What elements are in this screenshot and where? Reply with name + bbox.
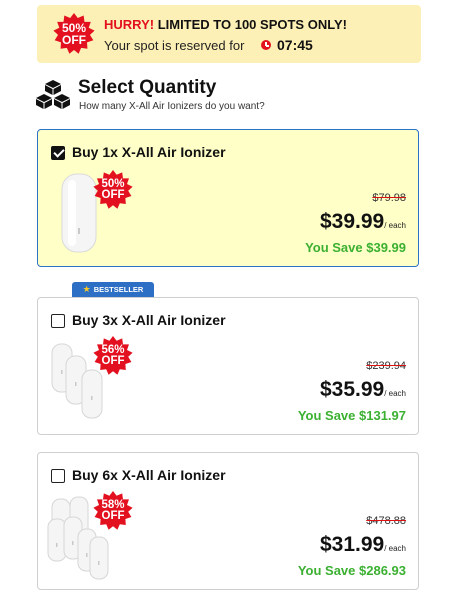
option-card-6x[interactable]: Buy 6x X-All Air Ionizer 58% OFF $478.88 … [37,452,419,590]
reserved-text: Your spot is reserved for [104,38,245,53]
badge-off: OFF [101,510,125,522]
option-checkbox[interactable] [51,146,65,160]
original-price: $239.94 [366,360,406,372]
select-quantity-title: Select Quantity [78,77,217,98]
badge-percent: 56% [101,343,125,356]
per-each-label: / each [384,221,406,230]
limited-text: LIMITED TO 100 SPOTS ONLY! [154,17,347,32]
price-value: $35.99 [319,378,385,401]
original-price: $478.88 [366,515,406,527]
option-name: Buy 6x X-All Air Ionizer [72,467,226,483]
star-icon: ★ [82,284,91,294]
savings-text: You Save $286.93 [297,563,406,578]
option-card-1x[interactable]: Buy 1x X-All Air Ionizer 50% OFF $79.98 $… [37,129,419,267]
discount-badge: 56% OFF [93,336,133,376]
badge-off: OFF [62,33,86,47]
hurry-headline: HURRY! LIMITED TO 100 SPOTS ONLY! [104,17,347,32]
bestseller-label: BESTSELLER [93,285,144,294]
hurry-label: HURRY! [104,17,155,32]
savings-text: You Save $131.97 [297,408,406,423]
discount-badge: 58% OFF [93,491,133,531]
per-each-label: / each [384,544,406,553]
original-price: $79.98 [372,192,406,204]
select-quantity-subtitle: How many X-All Air Ionizers do you want? [79,101,265,112]
option-name: Buy 3x X-All Air Ionizer [72,312,226,328]
badge-percent: 58% [101,498,125,511]
discount-badge: 50% OFF [93,170,133,210]
discount-badge: 50% OFF [53,13,95,55]
option-card-3x[interactable]: Buy 3x X-All Air Ionizer 56% OFF $239.94 … [37,297,419,435]
option-checkbox[interactable] [51,314,65,328]
savings-text: You Save $39.99 [305,240,406,255]
price-value: $39.99 [319,210,385,233]
option-checkbox[interactable] [51,469,65,483]
unit-price: $31.99/ each [320,533,406,557]
badge-off: OFF [101,355,125,367]
option-name: Buy 1x X-All Air Ionizer [72,144,226,160]
unit-price: $35.99/ each [320,378,406,402]
clock-icon [261,40,271,50]
per-each-label: / each [384,389,406,398]
urgency-banner: 50% OFF HURRY! LIMITED TO 100 SPOTS ONLY!… [37,5,421,63]
badge-off: OFF [101,189,125,201]
price-value: $31.99 [319,533,385,556]
unit-price: $39.99/ each [320,210,406,234]
cubes-icon [36,80,70,109]
badge-percent: 50% [101,177,125,190]
countdown-timer: 07:45 [277,37,313,53]
bestseller-tag: ★ BESTSELLER [72,282,154,297]
